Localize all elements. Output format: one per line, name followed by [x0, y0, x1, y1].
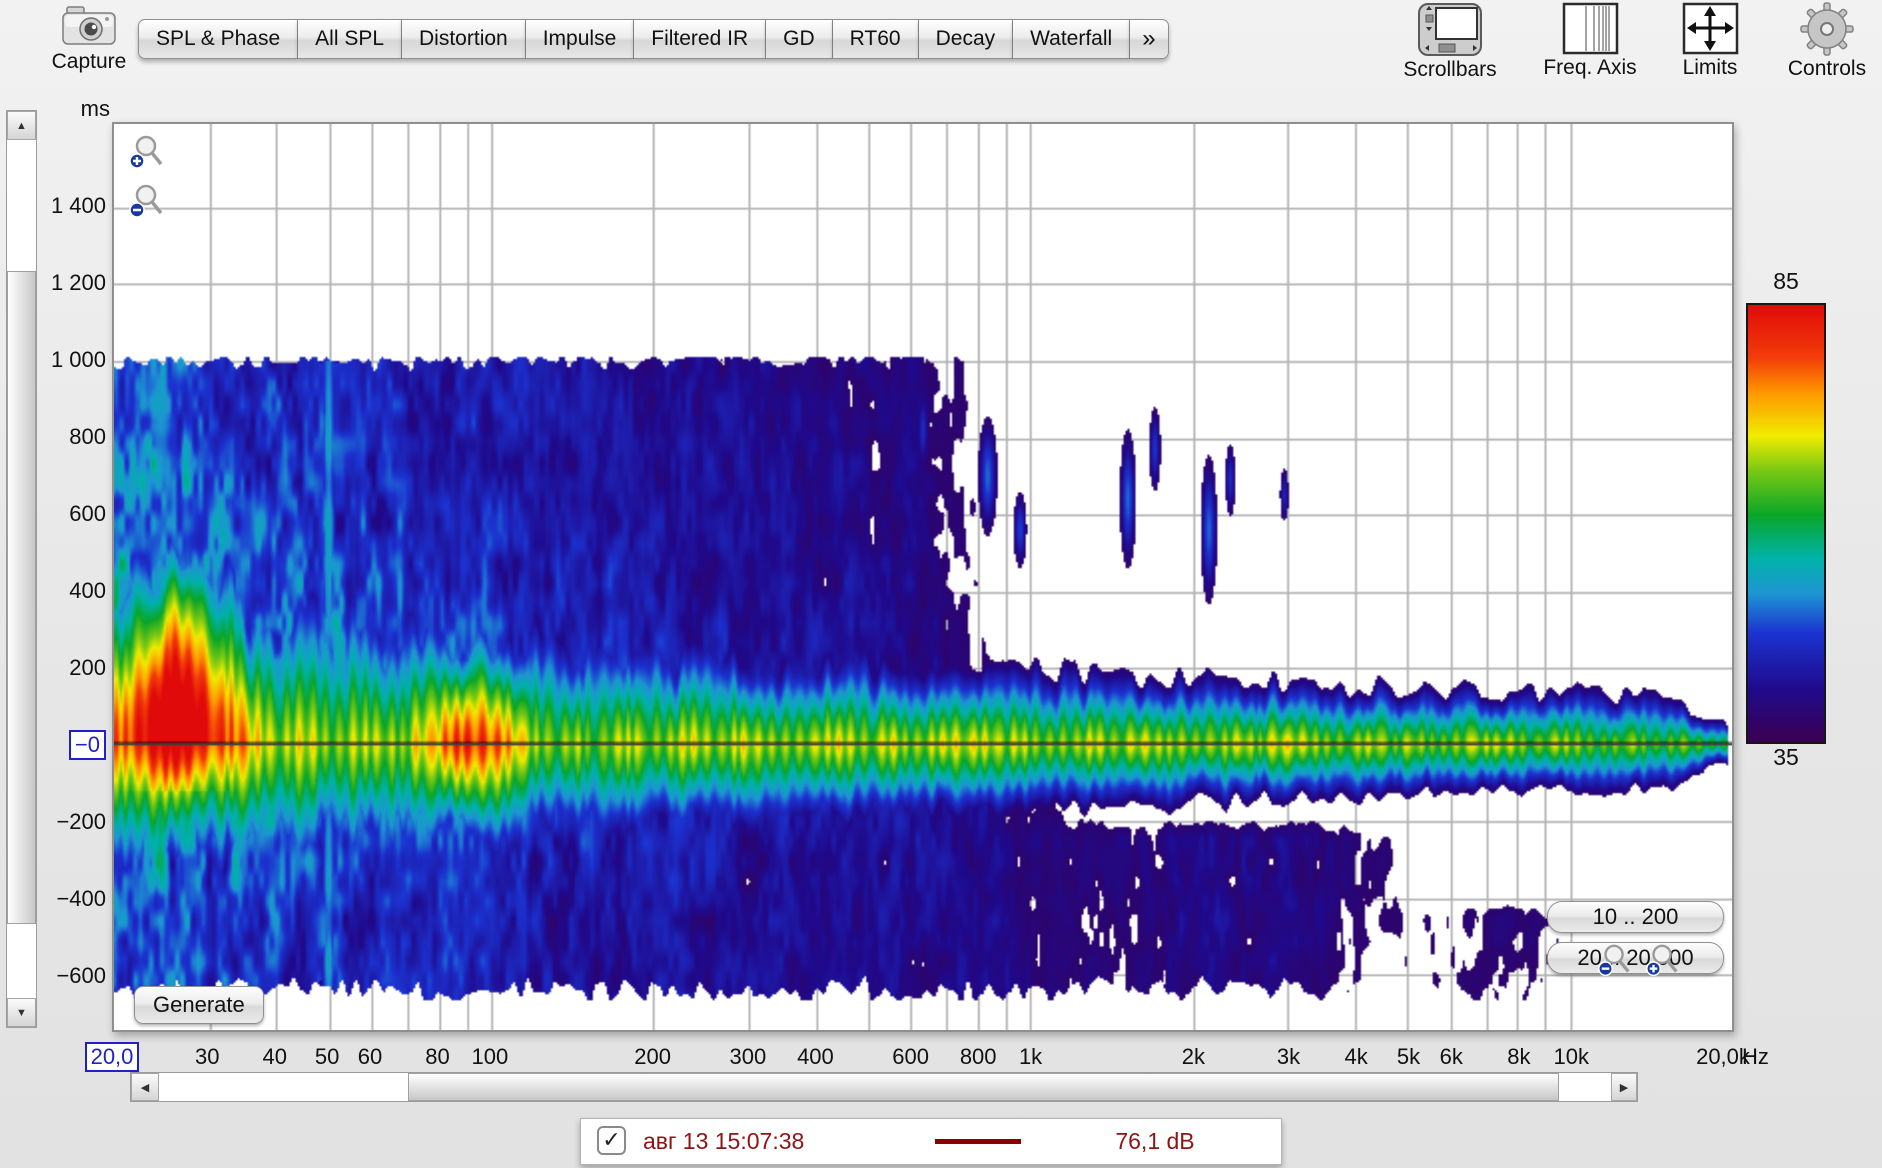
colorbar-max-label: 85	[1748, 268, 1824, 295]
generate-button[interactable]: Generate	[134, 986, 264, 1024]
measurement-checkbox[interactable]: ✓	[597, 1126, 626, 1155]
scroll-up-button[interactable]: ▲	[7, 111, 36, 140]
scroll-left-button[interactable]: ◀	[131, 1073, 159, 1101]
spectrogram-canvas[interactable]	[114, 124, 1732, 1030]
controls-tool-button[interactable]: Controls	[1779, 2, 1875, 81]
time-zoom-controls	[128, 134, 166, 228]
zoom-out-icon	[1596, 943, 1634, 981]
tab-distortion[interactable]: Distortion	[402, 19, 526, 59]
horizontal-scrollbar[interactable]: ◀ ▶	[130, 1072, 1638, 1102]
y-tick-400: 400	[18, 576, 106, 606]
tab-all-spl[interactable]: All SPL	[298, 19, 402, 59]
gear-icon	[1779, 2, 1875, 56]
zoom-in-icon	[128, 134, 166, 174]
tab-gd[interactable]: GD	[766, 19, 833, 59]
zoom-out-freq-button[interactable]	[1596, 943, 1634, 986]
y-tick-200: 200	[18, 653, 106, 683]
y-tick-1000: 1 000	[18, 345, 106, 375]
x-tick-100: 100	[445, 1042, 535, 1072]
y-tick-600: 600	[18, 499, 106, 529]
horizontal-scroll-thumb[interactable]	[408, 1073, 1559, 1101]
graph-tab-bar: SPL & PhaseAll SPLDistortionImpulseFilte…	[138, 19, 1169, 59]
freq-zoom-controls	[1596, 943, 1682, 986]
colorbar-min-label: 35	[1748, 744, 1824, 771]
zoom-in-freq-button[interactable]	[1644, 943, 1682, 986]
zoom-in-time-button[interactable]	[128, 134, 166, 179]
tab-impulse[interactable]: Impulse	[526, 19, 635, 59]
scrollbars-icon	[1388, 2, 1512, 57]
scroll-down-button[interactable]: ▼	[7, 998, 36, 1027]
zoom-out-time-button[interactable]	[128, 183, 166, 228]
x-tick-400: 400	[770, 1042, 860, 1072]
limits-icon	[1670, 2, 1750, 55]
limits-tool-button[interactable]: Limits	[1670, 2, 1750, 80]
y-tick-0[interactable]: −0	[18, 730, 106, 760]
x-tick-2000: 2k	[1148, 1042, 1238, 1072]
tab-decay[interactable]: Decay	[919, 19, 1014, 59]
measurement-level: 76,1 dB	[1075, 1119, 1235, 1164]
tab-filtered-ir[interactable]: Filtered IR	[634, 19, 766, 59]
measurement-trace-swatch	[935, 1139, 1021, 1144]
range-10-200-button[interactable]: 10 .. 200	[1547, 901, 1724, 933]
tool-label: Freq. Axis	[1528, 56, 1652, 80]
y-tick-800: 800	[18, 422, 106, 452]
x-tick-10000: 10k	[1526, 1042, 1616, 1072]
y-tick-1200: 1 200	[18, 268, 106, 298]
camera-icon	[60, 2, 118, 48]
x-tick-200: 200	[608, 1042, 698, 1072]
tab-overflow-button[interactable]: »	[1130, 19, 1168, 59]
rew-window: Capture SPL & PhaseAll SPLDistortionImpu…	[0, 0, 1882, 1168]
tool-label: Limits	[1670, 56, 1750, 80]
tool-label: Controls	[1779, 57, 1875, 81]
x-axis-unit: Hz	[1742, 1042, 1769, 1072]
x-tick-20[interactable]: 20,0	[67, 1042, 157, 1072]
measurement-name: авг 13 15:07:38	[643, 1119, 804, 1164]
zoom-in-icon	[1644, 943, 1682, 981]
y-tick-1400: 1 400	[18, 191, 106, 221]
colorbar-legend	[1746, 303, 1826, 744]
scrollbars-tool-button[interactable]: Scrollbars	[1388, 2, 1512, 82]
capture-button[interactable]: Capture	[34, 2, 144, 74]
freq-axis-tool-button[interactable]: Freq. Axis	[1528, 2, 1652, 80]
spectrogram-plot: Generate 10 .. 200 20 .. 20 000	[112, 122, 1734, 1032]
tab-rt60[interactable]: RT60	[833, 19, 919, 59]
scroll-right-button[interactable]: ▶	[1611, 1073, 1637, 1101]
tab-spl-phase[interactable]: SPL & Phase	[138, 19, 298, 59]
y-tick--200: −200	[18, 807, 106, 837]
zoom-out-icon	[128, 183, 166, 223]
x-tick-1000: 1k	[986, 1042, 1076, 1072]
y-axis-unit: ms	[60, 96, 110, 122]
tool-label: Scrollbars	[1388, 58, 1512, 82]
tab-waterfall[interactable]: Waterfall	[1013, 19, 1130, 59]
freq-axis-icon	[1528, 2, 1652, 55]
y-tick--600: −600	[18, 961, 106, 991]
capture-label: Capture	[34, 50, 144, 74]
measurement-legend-bar: ✓ авг 13 15:07:38 76,1 dB	[580, 1118, 1282, 1165]
y-tick--400: −400	[18, 884, 106, 914]
